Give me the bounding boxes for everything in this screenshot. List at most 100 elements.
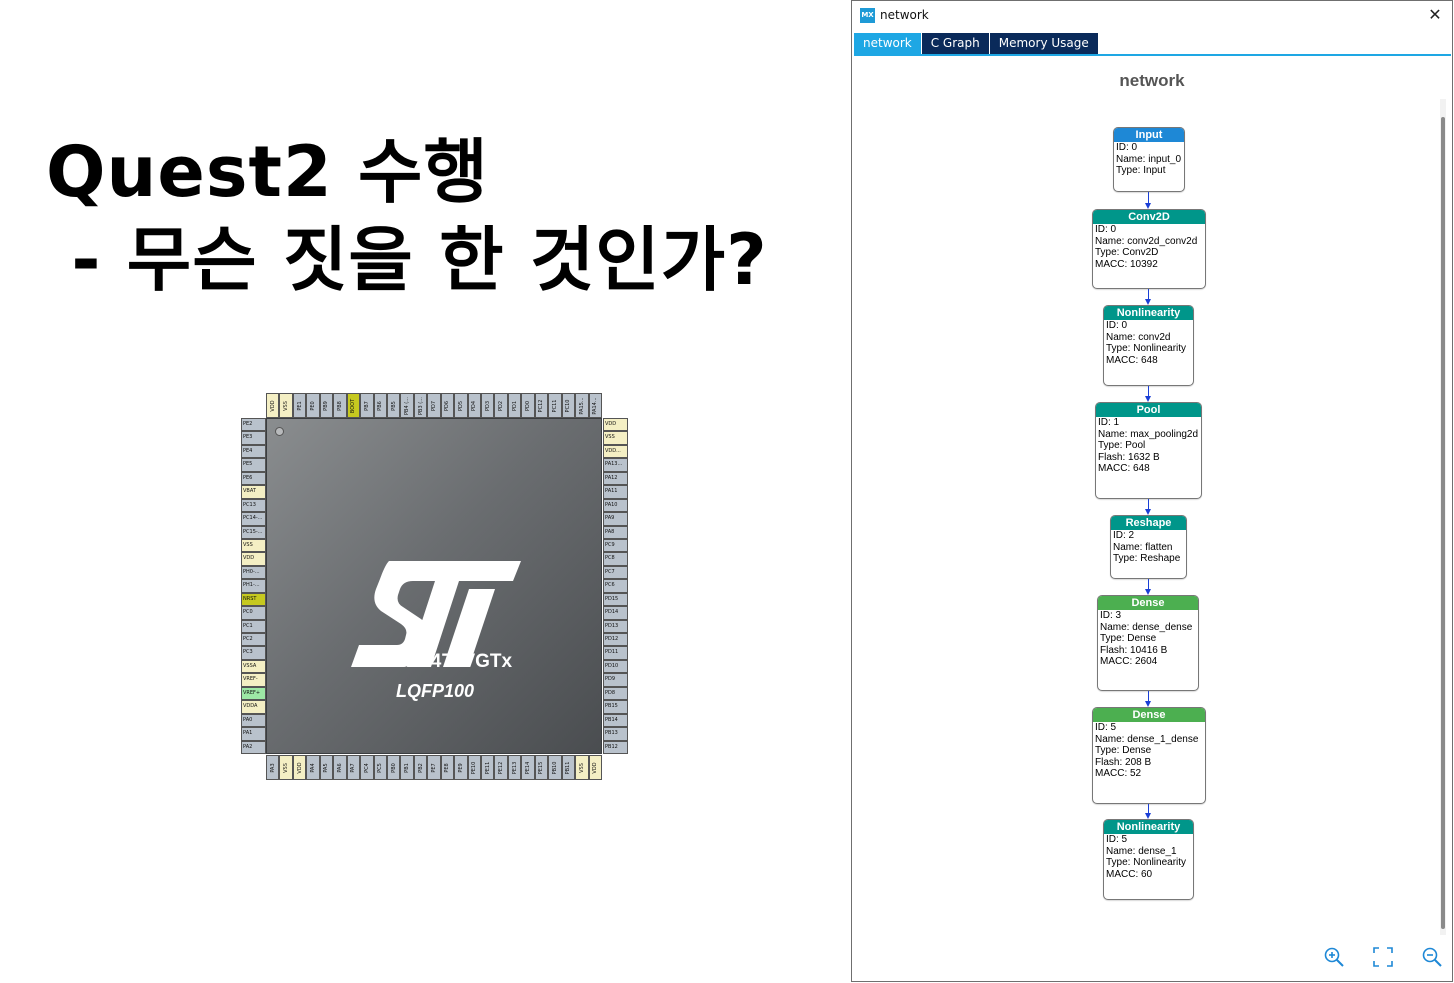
pin[interactable]: VSS (575, 755, 589, 780)
graph-node[interactable]: Nonlinearity ID: 0 Name: conv2d Type: Nonli… (1103, 305, 1194, 386)
pin[interactable]: PA0 (241, 713, 266, 728)
pin[interactable]: PC12 (534, 393, 549, 418)
pin[interactable]: PA5 (319, 755, 334, 780)
pin[interactable]: PC14-... (241, 512, 266, 526)
pin[interactable]: PA7 (346, 755, 361, 780)
pin[interactable]: PE0 (306, 393, 320, 418)
pin[interactable]: PD13 (603, 619, 628, 633)
pin[interactable]: PH1-... (241, 579, 266, 593)
graph-node[interactable]: Pool ID: 1 Name: max_pooling2d Type: Pool Fl… (1095, 402, 1202, 499)
pin[interactable]: VDD (266, 393, 280, 418)
pin[interactable]: PA9 (603, 512, 628, 526)
graph-node[interactable]: Nonlinearity ID: 5 Name: dense_1 Type: Nonl… (1103, 819, 1194, 900)
graph-node[interactable]: Dense ID: 5 Name: dense_1_dense Type: Dense… (1092, 707, 1206, 804)
pin[interactable]: PA3 (266, 755, 280, 780)
pin[interactable]: PC0 (241, 606, 266, 620)
pin[interactable]: VSS (603, 431, 628, 445)
pin[interactable]: PC15-... (241, 525, 266, 539)
pin[interactable]: PB12 (603, 740, 628, 754)
pin[interactable]: NRST (241, 592, 266, 607)
pin[interactable]: PE15 (534, 755, 549, 780)
pin[interactable]: PE14 (521, 755, 535, 780)
pin[interactable]: PB13 (603, 727, 628, 741)
pin[interactable]: PD15 (603, 592, 628, 607)
pin[interactable]: VSS (279, 393, 293, 418)
pin[interactable]: PD4 (467, 393, 481, 418)
scrollbar-thumb[interactable] (1441, 117, 1445, 929)
pin[interactable]: VDD (603, 418, 628, 432)
pin[interactable]: PC5 (373, 755, 387, 780)
pin[interactable]: BOOT (346, 393, 361, 418)
pin[interactable]: PB6 (373, 393, 387, 418)
pin[interactable]: PB1 (400, 755, 414, 780)
pin[interactable]: PD1 (507, 393, 522, 418)
pin[interactable]: PA12 (603, 471, 628, 486)
graph-node[interactable]: Conv2D ID: 0 Name: conv2d_conv2d Type: Conv… (1092, 209, 1206, 289)
zoom-in-icon[interactable] (1322, 945, 1346, 969)
pin[interactable]: VDDA (241, 700, 266, 714)
pin[interactable]: VREF- (241, 673, 266, 687)
pin[interactable]: PB4 (... (400, 393, 414, 418)
pin[interactable]: PA8 (603, 525, 628, 539)
pin[interactable]: VREF+ (241, 686, 266, 701)
pin[interactable]: PC1 (241, 619, 266, 633)
pin[interactable]: PE2 (241, 418, 266, 432)
pin[interactable]: PD2 (494, 393, 508, 418)
pin[interactable]: PA2 (241, 740, 266, 754)
pin[interactable]: PB9 (319, 393, 334, 418)
vertical-scrollbar[interactable] (1440, 99, 1446, 935)
pin[interactable]: PB11 (561, 755, 576, 780)
pin[interactable]: PC3 (241, 646, 266, 660)
graph-node[interactable]: Dense ID: 3 Name: dense_dense Type: Dense Fl… (1097, 595, 1199, 691)
pin[interactable]: PD14 (603, 606, 628, 620)
fit-screen-icon[interactable] (1371, 945, 1395, 969)
pin[interactable]: PD9 (603, 673, 628, 687)
pin[interactable]: PB14 (603, 713, 628, 728)
network-graph-canvas[interactable]: Input ID: 0 Name: input_0 Type: Input Conv2D… (852, 1, 1452, 983)
graph-node[interactable]: Input ID: 0 Name: input_0 Type: Input (1113, 127, 1185, 192)
pin[interactable]: PB7 (360, 393, 374, 418)
pin[interactable]: PC4 (360, 755, 374, 780)
pin[interactable]: PC2 (241, 633, 266, 647)
pin[interactable]: PA14... (588, 393, 602, 418)
pin[interactable]: PD11 (603, 646, 628, 660)
pin[interactable]: PB3 (... (413, 393, 428, 418)
pin[interactable]: PC9 (603, 538, 628, 553)
pin[interactable]: PD12 (603, 633, 628, 647)
pin[interactable]: PE3 (241, 431, 266, 445)
pin[interactable]: PE5 (241, 458, 266, 472)
pin[interactable]: PA1 (241, 727, 266, 741)
pin[interactable]: PB10 (548, 755, 562, 780)
pin[interactable]: PA13... (603, 458, 628, 472)
pin[interactable]: PE12 (494, 755, 508, 780)
pin[interactable]: PH0-... (241, 565, 266, 580)
pin[interactable]: PA10 (603, 498, 628, 513)
pin[interactable]: VDD (241, 552, 266, 566)
pin[interactable]: PB8 (333, 393, 347, 418)
pin[interactable]: PB2 (413, 755, 428, 780)
pin[interactable]: PE7 (427, 755, 441, 780)
pin[interactable]: PE9 (454, 755, 468, 780)
pin[interactable]: PE13 (507, 755, 522, 780)
pin[interactable]: PC6 (603, 579, 628, 593)
pin[interactable]: PC11 (548, 393, 562, 418)
pin[interactable]: PB15 (603, 700, 628, 714)
pin[interactable]: VSS (279, 755, 293, 780)
pin[interactable]: VDD... (603, 444, 628, 459)
pin[interactable]: PB5 (386, 393, 401, 418)
pin[interactable]: PC13 (241, 498, 266, 513)
graph-node[interactable]: Reshape ID: 2 Name: flatten Type: Reshape (1110, 515, 1187, 579)
pin[interactable]: VDD (588, 755, 602, 780)
pin[interactable]: PD7 (427, 393, 441, 418)
pin[interactable]: VDD (292, 755, 307, 780)
pin[interactable]: VSSA (241, 659, 266, 674)
zoom-out-icon[interactable] (1420, 945, 1444, 969)
pin[interactable]: PC10 (561, 393, 576, 418)
pin[interactable]: PD0 (521, 393, 535, 418)
pin[interactable]: PC7 (603, 565, 628, 580)
pin[interactable]: PB0 (386, 755, 401, 780)
pin[interactable]: PD6 (440, 393, 455, 418)
pin[interactable]: VSS (241, 538, 266, 553)
pin[interactable]: PE4 (241, 444, 266, 459)
pin[interactable]: PA4 (306, 755, 320, 780)
